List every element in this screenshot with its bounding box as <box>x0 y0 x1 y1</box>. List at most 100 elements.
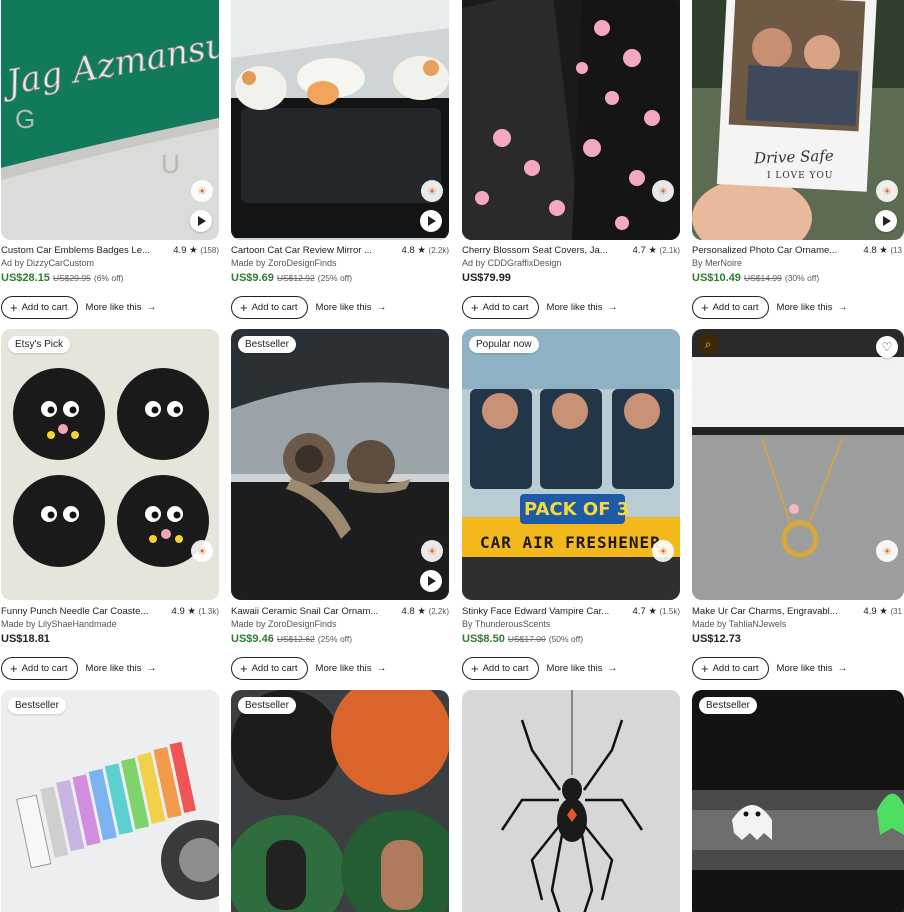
plus-icon: + <box>471 661 479 676</box>
product-image[interactable]: Drive Safe I LOVE YOU ☀ <box>692 0 904 240</box>
original-price: US$17.00 <box>507 634 546 644</box>
more-like-this-link[interactable]: More like this → <box>777 663 848 674</box>
product-image[interactable]: ⌕ ♡ ☀ <box>692 329 904 600</box>
product-info: Cherry Blossom Seat Covers, Ja... 4.7 ★ (… <box>462 244 680 319</box>
plus-icon: + <box>471 300 479 315</box>
add-to-cart-label: Add to cart <box>251 302 298 313</box>
product-image[interactable]: PACK OF 3 CAR AIR FRESHENER Popular now … <box>462 329 680 600</box>
photo-subcaption: I LOVE YOU <box>767 171 834 181</box>
add-to-cart-button[interactable]: + Add to cart <box>1 657 78 680</box>
sale-price: US$9.69 <box>231 272 274 284</box>
product-grid: Jag Azmansul G U ☀ Custom Car Emblems Ba… <box>0 0 904 912</box>
seller-name[interactable]: Made by TahliaNJewels <box>692 618 904 630</box>
original-price: US$12.62 <box>276 634 315 644</box>
plus-icon: + <box>701 300 709 315</box>
product-info: Funny Punch Needle Car Coaste... 4.9 ★ (1… <box>1 605 219 680</box>
product-image[interactable]: Jag Azmansul G U ☀ <box>1 0 219 240</box>
more-like-this-link[interactable]: More like this → <box>777 302 848 313</box>
rating-value: 4.9 ★ <box>171 606 196 617</box>
more-like-this-label: More like this <box>85 302 142 313</box>
product-image[interactable]: Bestseller <box>231 690 449 912</box>
add-to-cart-button[interactable]: + Add to cart <box>231 296 308 319</box>
plus-icon: + <box>701 661 709 676</box>
add-to-cart-button[interactable]: + Add to cart <box>692 657 769 680</box>
more-like-this-label: More like this <box>85 663 142 674</box>
seller-name[interactable]: By MerNoire <box>692 257 904 269</box>
arrow-right-icon: → <box>146 302 157 313</box>
product-image[interactable]: Bestseller <box>1 690 219 912</box>
seller-name[interactable]: Made by ZoroDesignFinds <box>231 257 449 269</box>
rating-value: 4.9 ★ <box>863 606 888 617</box>
add-to-cart-button[interactable]: + Add to cart <box>462 657 539 680</box>
product-info: Custom Car Emblems Badges Le... 4.9 ★ (15… <box>1 244 219 319</box>
add-to-cart-label: Add to cart <box>712 302 759 313</box>
review-count: (13 <box>890 246 902 255</box>
more-like-this-label: More like this <box>315 302 372 313</box>
discount: (30% off) <box>784 273 820 283</box>
product-image[interactable]: Bestseller ☀ <box>231 329 449 600</box>
product-info: Cartoon Cat Car Review Mirror ... 4.8 ★ (… <box>231 244 449 319</box>
product-title[interactable]: Cartoon Cat Car Review Mirror ... <box>231 244 372 257</box>
product-image[interactable]: Bestseller <box>692 690 904 912</box>
product-title[interactable]: Custom Car Emblems Badges Le... <box>1 244 150 257</box>
play-video-icon[interactable] <box>420 570 442 592</box>
add-to-cart-button[interactable]: + Add to cart <box>1 296 78 319</box>
product-title[interactable]: Funny Punch Needle Car Coaste... <box>1 605 148 618</box>
visual-search-icon[interactable]: ⌕ <box>697 333 719 355</box>
price-row: US$8.50 US$17.00 (50% off) <box>462 632 680 647</box>
arrow-right-icon: → <box>376 663 387 674</box>
add-to-cart-button[interactable]: + Add to cart <box>231 657 308 680</box>
price-row: US$79.99 <box>462 271 680 286</box>
product-image[interactable]: ☀ <box>231 0 449 240</box>
price-row: US$9.69 US$12.92 (25% off) <box>231 271 449 286</box>
product-rating: 4.9 ★ (1.3k) <box>172 605 219 618</box>
more-like-this-link[interactable]: More like this → <box>86 302 157 313</box>
svg-text:U: U <box>161 149 180 179</box>
product-rating: 4.8 ★ (2.2k) <box>402 244 449 257</box>
play-video-icon[interactable] <box>875 210 897 232</box>
sale-price: US$8.50 <box>462 633 505 645</box>
discount: (25% off) <box>317 634 353 644</box>
more-like-this-link[interactable]: More like this → <box>86 663 157 674</box>
price-row: US$9.46 US$12.62 (25% off) <box>231 632 449 647</box>
price-row: US$28.15 US$29.95 (6% off) <box>1 271 219 286</box>
more-like-this-link[interactable]: More like this → <box>547 663 618 674</box>
product-image[interactable]: Etsy's Pick ☀ <box>1 329 219 600</box>
more-like-this-link[interactable]: More like this → <box>316 663 387 674</box>
product-badge: Bestseller <box>8 697 66 714</box>
etsy-ad-icon: ☀ <box>421 180 443 202</box>
product-title[interactable]: Cherry Blossom Seat Covers, Ja... <box>462 244 608 257</box>
add-to-cart-button[interactable]: + Add to cart <box>462 296 539 319</box>
product-title[interactable]: Make Ur Car Charms, Engravabl... <box>692 605 838 618</box>
seller-name[interactable]: Made by LilyShaeHandmade <box>1 618 219 630</box>
product-rating: 4.7 ★ (1.5k) <box>633 605 680 618</box>
product-title[interactable]: Kawaii Ceramic Snail Car Ornam... <box>231 605 378 618</box>
svg-text:G: G <box>15 104 35 134</box>
seller-name[interactable]: By ThunderousScents <box>462 618 680 630</box>
arrow-right-icon: → <box>607 302 618 313</box>
add-to-cart-button[interactable]: + Add to cart <box>692 296 769 319</box>
product-image[interactable] <box>462 690 680 912</box>
plus-icon: + <box>240 661 248 676</box>
seller-name[interactable]: Made by ZoroDesignFinds <box>231 618 449 630</box>
seller-name[interactable]: Ad by DizzyCarCustom <box>1 257 219 269</box>
favorite-heart-icon[interactable]: ♡ <box>876 336 898 358</box>
product-badge: Bestseller <box>238 697 296 714</box>
etsy-ad-icon: ☀ <box>652 180 674 202</box>
plus-icon: + <box>10 300 18 315</box>
add-to-cart-label: Add to cart <box>712 663 759 674</box>
product-image[interactable]: ☀ <box>462 0 680 240</box>
play-video-icon[interactable] <box>190 210 212 232</box>
product-title[interactable]: Stinky Face Edward Vampire Car... <box>462 605 609 618</box>
discount: (25% off) <box>317 273 353 283</box>
more-like-this-link[interactable]: More like this → <box>547 302 618 313</box>
seller-name[interactable]: Ad by CDDGraffixDesign <box>462 257 680 269</box>
more-like-this-link[interactable]: More like this → <box>316 302 387 313</box>
more-like-this-label: More like this <box>776 663 833 674</box>
product-rating: 4.9 ★ (158) <box>173 244 219 257</box>
price: US$18.81 <box>1 633 50 645</box>
add-to-cart-label: Add to cart <box>251 663 298 674</box>
product-title[interactable]: Personalized Photo Car Orname... <box>692 244 837 257</box>
play-video-icon[interactable] <box>420 210 442 232</box>
review-count: (1.5k) <box>659 607 680 616</box>
